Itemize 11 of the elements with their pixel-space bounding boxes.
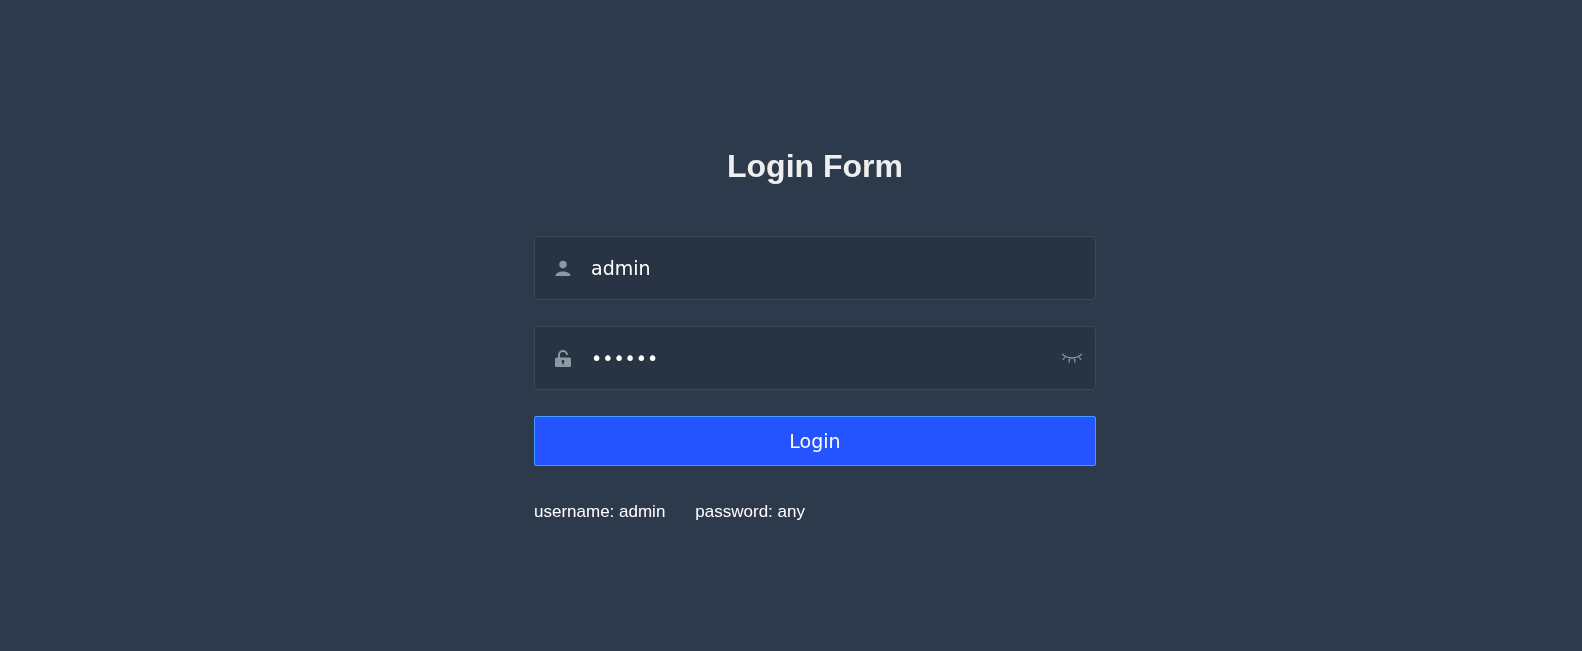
- password-field[interactable]: ••••••: [534, 326, 1096, 390]
- hint-text: username: admin: [534, 502, 666, 522]
- username-field[interactable]: admin: [534, 236, 1096, 300]
- closed-eye-icon[interactable]: [1061, 352, 1083, 364]
- form-title: Login Form: [727, 147, 903, 186]
- login-button[interactable]: Login: [534, 416, 1096, 466]
- username-input[interactable]: admin: [591, 248, 1083, 288]
- user-icon: [555, 260, 571, 276]
- padlock-icon: [555, 349, 571, 367]
- hint-text: password: any: [695, 502, 805, 522]
- password-input[interactable]: ••••••: [591, 338, 1061, 378]
